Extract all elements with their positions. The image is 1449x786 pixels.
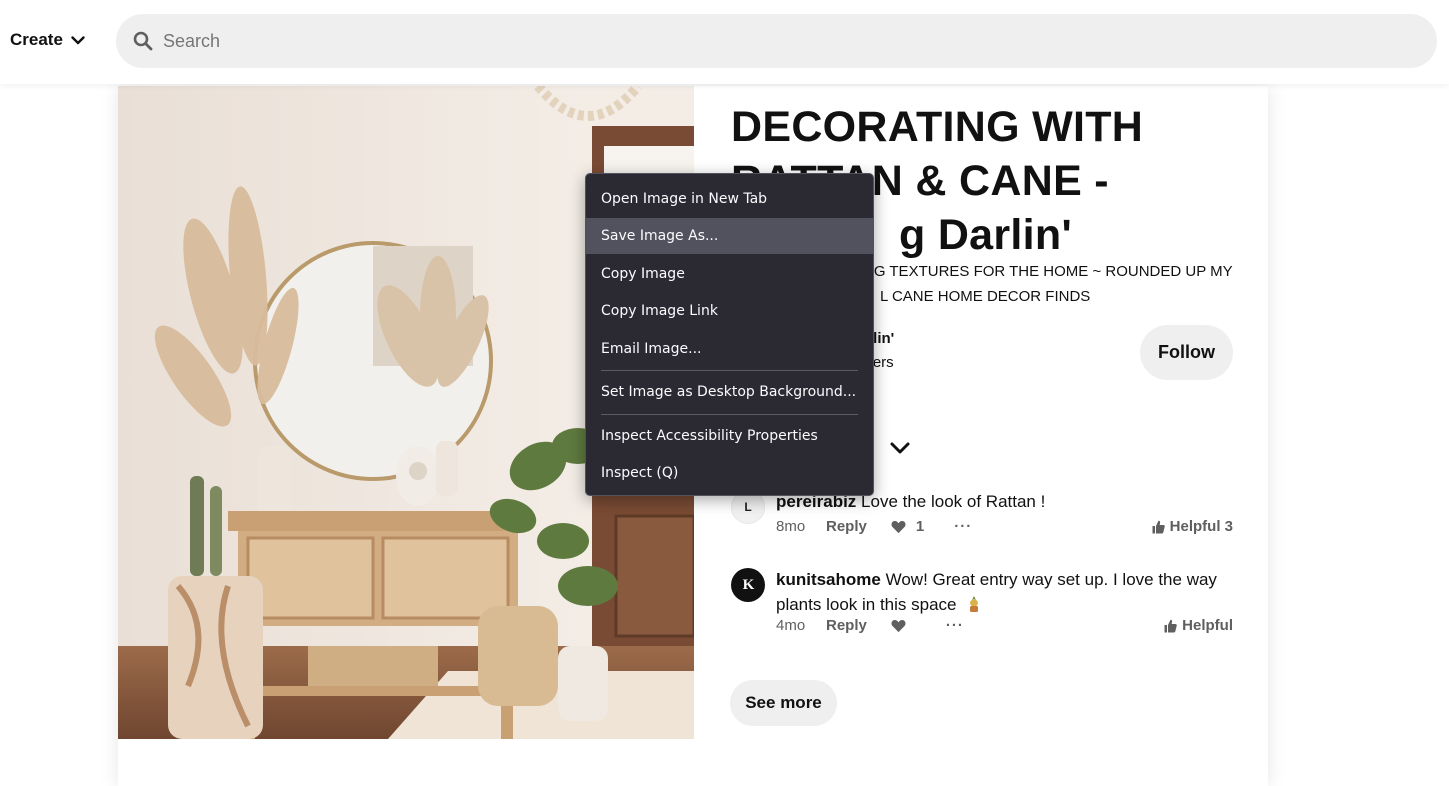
helpful-button[interactable]: Helpful 3 <box>1152 518 1233 535</box>
comment-username[interactable]: kunitsahome <box>776 570 881 589</box>
like-button[interactable] <box>891 619 916 633</box>
like-count: 1 <box>915 518 925 535</box>
comment-body: Love the look of Rattan ! <box>861 492 1046 511</box>
avatar[interactable]: K <box>731 568 765 602</box>
see-more-button[interactable]: See more <box>730 680 837 726</box>
chevron-down-icon <box>890 442 910 454</box>
top-bar: Create <box>0 0 1449 84</box>
context-menu: Open Image in New Tab Save Image As... C… <box>585 173 874 496</box>
like-button[interactable]: 1 <box>891 518 924 535</box>
potted-plant-icon <box>970 596 979 612</box>
reply-button[interactable]: Reply <box>826 518 867 535</box>
heart-icon <box>891 619 906 632</box>
follow-button[interactable]: Follow <box>1140 325 1233 380</box>
chevron-down-icon <box>71 36 85 45</box>
search-bar[interactable] <box>116 14 1437 68</box>
search-input[interactable] <box>161 29 1365 53</box>
menu-separator <box>601 370 858 371</box>
menu-item-inspect-accessibility[interactable]: Inspect Accessibility Properties <box>586 418 873 454</box>
more-options-button[interactable]: ··· <box>954 518 972 535</box>
comment-time: 4mo <box>776 617 806 634</box>
heart-icon <box>891 520 906 533</box>
menu-item-open-image-new-tab[interactable]: Open Image in New Tab <box>586 181 873 217</box>
helpful-label: Helpful 3 <box>1169 518 1233 535</box>
menu-item-inspect[interactable]: Inspect (Q) <box>586 455 873 491</box>
comment-meta: 8mo Reply 1 ··· <box>776 518 972 535</box>
thumbs-up-icon <box>1152 520 1165 533</box>
menu-item-save-image-as[interactable]: Save Image As... <box>586 218 873 254</box>
comment-text: kunitsahome Wow! Great entry way set up.… <box>776 567 1236 617</box>
comment-meta: 4mo Reply ··· <box>776 617 964 634</box>
menu-item-copy-image[interactable]: Copy Image <box>586 256 873 292</box>
helpful-label: Helpful <box>1182 617 1233 634</box>
menu-item-copy-image-link[interactable]: Copy Image Link <box>586 293 873 329</box>
helpful-button[interactable]: Helpful <box>1164 617 1233 634</box>
create-label: Create <box>10 30 63 49</box>
create-menu-button[interactable]: Create <box>10 30 86 50</box>
search-icon <box>133 31 153 51</box>
menu-item-set-desktop-background[interactable]: Set Image as Desktop Background... <box>586 374 873 410</box>
thumbs-up-icon <box>1164 619 1177 632</box>
menu-separator <box>601 414 858 415</box>
reply-button[interactable]: Reply <box>826 617 867 634</box>
menu-item-email-image[interactable]: Email Image... <box>586 331 873 367</box>
more-options-button[interactable]: ··· <box>946 617 964 634</box>
comment-time: 8mo <box>776 518 806 535</box>
